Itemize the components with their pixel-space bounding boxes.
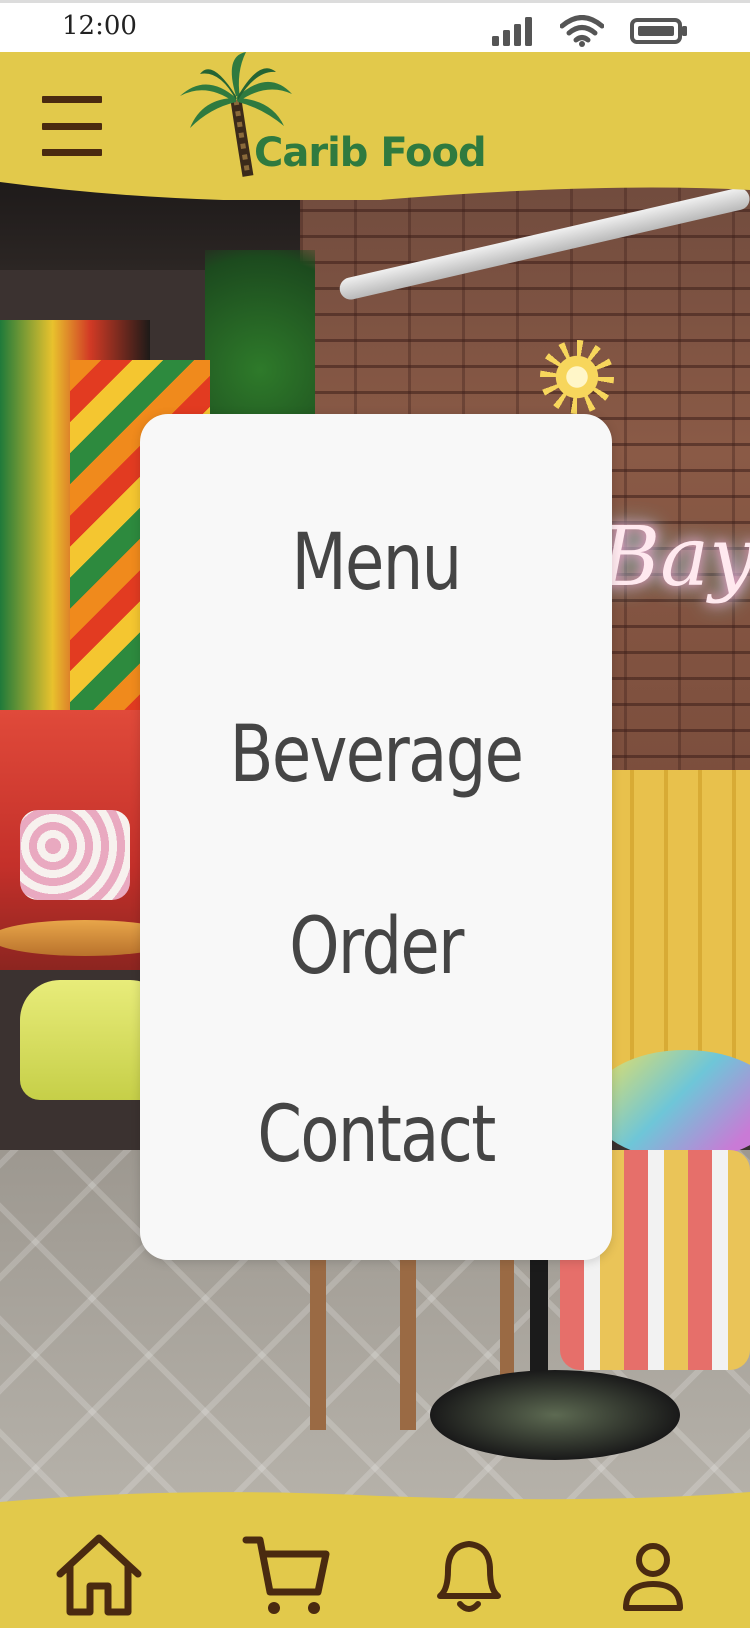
bottom-navigation: [0, 1490, 750, 1628]
status-bar: 12:00: [0, 0, 750, 52]
wifi-icon: [560, 15, 604, 47]
battery-icon: [630, 18, 687, 44]
carib-food-logo[interactable]: Carib Food: [176, 52, 487, 192]
nav-cart-button[interactable]: [242, 1530, 332, 1620]
home-icon: [56, 1534, 142, 1616]
navigation-menu-card: Menu Beverage Order Contact: [140, 414, 612, 1260]
nav-home-button[interactable]: [54, 1530, 144, 1620]
floral-chair: [20, 810, 130, 900]
cart-icon: [242, 1536, 330, 1614]
nav-notifications-button[interactable]: [424, 1530, 514, 1620]
menu-item-menu[interactable]: Menu: [182, 518, 569, 608]
neon-palm-sign: [540, 340, 614, 414]
status-time: 12:00: [62, 11, 137, 41]
table-base: [430, 1370, 680, 1460]
menu-item-beverage[interactable]: Beverage: [182, 710, 569, 800]
hamburger-menu-icon[interactable]: [42, 96, 102, 156]
logo-text: Carib Food: [254, 130, 487, 176]
nav-profile-button[interactable]: [608, 1530, 698, 1620]
bell-icon: [437, 1541, 501, 1612]
menu-item-order[interactable]: Order: [182, 902, 569, 992]
signal-icon: [492, 17, 532, 46]
user-icon: [623, 1543, 683, 1611]
app-header: Carib Food: [0, 52, 750, 200]
yellow-bench: [600, 770, 750, 1070]
menu-item-contact[interactable]: Contact: [182, 1090, 569, 1180]
neon-bay-sign: Bay: [600, 510, 750, 605]
status-icons: [490, 15, 688, 47]
